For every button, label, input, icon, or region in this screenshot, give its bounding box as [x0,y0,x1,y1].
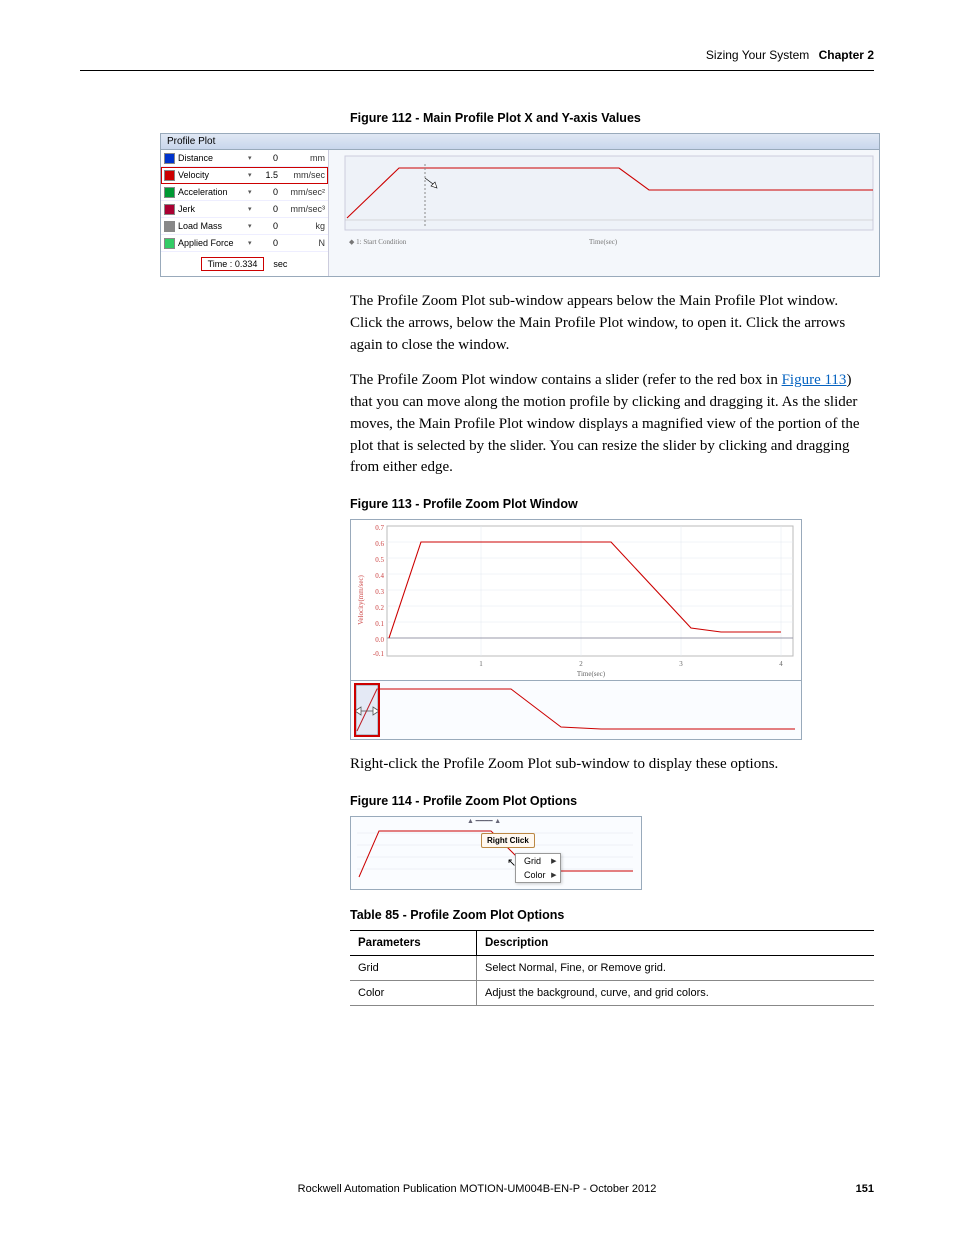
dropdown-icon[interactable]: ▾ [248,205,256,213]
legend-panel: Distance▾0mmVelocity▾1.5mm/secAccelerati… [161,150,329,276]
dropdown-icon[interactable]: ▾ [248,171,256,179]
legend-unit: mm [278,153,325,163]
svg-text:0.7: 0.7 [375,524,384,532]
legend-swatch [164,238,175,249]
svg-text:-0.1: -0.1 [373,650,385,658]
svg-text:0.5: 0.5 [375,556,384,564]
legend-name: Applied Force [178,238,248,248]
right-click-balloon: Right Click [481,833,535,848]
legend-unit: N [278,238,325,248]
svg-text:0.4: 0.4 [375,572,384,580]
legend-unit: mm/sec³ [278,204,325,214]
svg-text:4: 4 [779,660,783,668]
svg-text:0.3: 0.3 [375,588,384,596]
submenu-arrow-icon: ▶ [551,857,556,865]
menu-item-grid[interactable]: Grid▶ [516,854,560,868]
svg-text:0.0: 0.0 [375,636,384,644]
legend-row-applied-force[interactable]: Applied Force▾0N [161,235,328,252]
legend-swatch [164,204,175,215]
xlabel: Time(sec) [577,670,606,678]
legend-value: 0 [256,153,278,163]
dropdown-icon[interactable]: ▾ [248,222,256,230]
svg-text:0.1: 0.1 [375,620,384,628]
x-annot-right: Time(sec) [589,238,618,246]
legend-unit: mm/sec [278,170,325,180]
dropdown-icon[interactable]: ▾ [248,154,256,162]
page-header: Sizing Your System Chapter 2 [80,48,874,71]
legend-swatch [164,170,175,181]
table-85-caption: Table 85 - Profile Zoom Plot Options [350,908,874,922]
x-annot-left: ◆ 1: Start Condition [349,238,407,246]
time-value: 0.334 [235,259,258,269]
paragraph-1: The Profile Zoom Plot sub-window appears… [350,291,874,356]
legend-row-jerk[interactable]: Jerk▾0mm/sec³ [161,201,328,218]
legend-swatch [164,221,175,232]
page-footer: Rockwell Automation Publication MOTION-U… [80,1183,874,1195]
paragraph-2: The Profile Zoom Plot window contains a … [350,370,874,479]
legend-row-velocity[interactable]: Velocity▾1.5mm/sec [161,167,328,184]
legend-unit: kg [278,221,325,231]
figure-113: 0.7 0.6 0.5 0.4 0.3 0.2 0.1 0.0 -0.1 1 2… [350,519,802,740]
paragraph-3: Right-click the Profile Zoom Plot sub-wi… [350,754,874,776]
figure-112-caption: Figure 112 - Main Profile Plot X and Y-a… [350,111,874,125]
legend-value: 1.5 [256,170,278,180]
svg-text:0.2: 0.2 [375,604,384,612]
legend-name: Acceleration [178,187,248,197]
header-section: Sizing Your System [706,48,809,62]
svg-text:2: 2 [579,660,583,668]
submenu-arrow-icon: ▶ [551,871,556,879]
zoom-slider-highlight [354,683,380,737]
page-number: 151 [856,1183,874,1195]
collapse-handle-icon[interactable]: ▲ ━━━━ ▲ [467,817,501,825]
ylabel: Velocity(mm/sec) [357,574,365,624]
zoom-plot-main[interactable]: 0.7 0.6 0.5 0.4 0.3 0.2 0.1 0.0 -0.1 1 2… [351,520,801,680]
table-row: Grid Select Normal, Fine, or Remove grid… [350,955,874,980]
header-chapter: Chapter 2 [819,48,874,62]
legend-name: Load Mass [178,221,248,231]
table-85: Parameters Description Grid Select Norma… [350,930,874,1006]
dropdown-icon[interactable]: ▾ [248,188,256,196]
legend-row-load-mass[interactable]: Load Mass▾0kg [161,218,328,235]
menu-item-color[interactable]: Color▶ [516,868,560,882]
figure-113-link[interactable]: Figure 113 [782,372,847,388]
legend-value: 0 [256,187,278,197]
table-header-parameters: Parameters [350,930,477,955]
legend-value: 0 [256,238,278,248]
time-unit: sec [273,259,287,269]
figure-114-caption: Figure 114 - Profile Zoom Plot Options [350,794,874,808]
legend-value: 0 [256,204,278,214]
legend-name: Distance [178,153,248,163]
zoom-plot-overview[interactable] [351,680,801,739]
legend-value: 0 [256,221,278,231]
legend-name: Jerk [178,204,248,214]
svg-text:3: 3 [679,660,683,668]
legend-unit: mm/sec² [278,187,325,197]
dropdown-icon[interactable]: ▾ [248,239,256,247]
legend-row-acceleration[interactable]: Acceleration▾0mm/sec² [161,184,328,201]
table-header-description: Description [477,930,875,955]
figure-112: Profile Plot Distance▾0mmVelocity▾1.5mm/… [160,133,880,277]
svg-text:0.6: 0.6 [375,540,384,548]
legend-swatch [164,153,175,164]
main-profile-plot[interactable]: ◆ 1: Start Condition Time(sec) [329,150,879,276]
footer-publication: Rockwell Automation Publication MOTION-U… [298,1183,657,1195]
figure-113-caption: Figure 113 - Profile Zoom Plot Window [350,497,874,511]
legend-swatch [164,187,175,198]
table-row: Color Adjust the background, curve, and … [350,980,874,1005]
svg-text:1: 1 [479,660,483,668]
figure-114[interactable]: ▲ ━━━━ ▲ Right Click ↖ Grid▶ Color▶ [350,816,642,890]
legend-row-distance[interactable]: Distance▾0mm [161,150,328,167]
legend-name: Velocity [178,170,248,180]
time-readout: Time : 0.334 sec [161,252,328,276]
context-menu: Grid▶ Color▶ [515,853,561,883]
time-label: Time : [208,259,233,269]
profile-plot-titlebar: Profile Plot [160,133,880,150]
